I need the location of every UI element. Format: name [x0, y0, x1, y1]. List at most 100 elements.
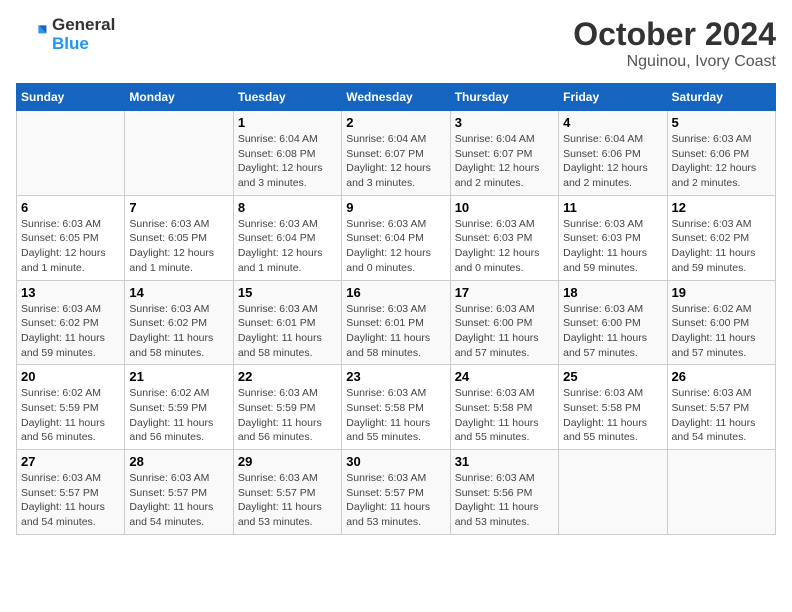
- calendar-week-row: 20 Sunrise: 6:02 AM Sunset: 5:59 PM Dayli…: [17, 365, 776, 450]
- day-number: 26: [672, 369, 771, 384]
- calendar-cell: 10Sunrise: 6:03 AM Sunset: 6:03 PM Dayli…: [450, 195, 558, 280]
- logo-icon: [16, 19, 48, 51]
- calendar-cell: 30 Sunrise: 6:03 AM Sunset: 5:57 PM Dayli…: [342, 450, 450, 535]
- day-info: Sunrise: 6:03 AM Sunset: 6:00 PM Dayligh…: [455, 302, 554, 361]
- day-number: 16: [346, 285, 445, 300]
- day-number: 27: [21, 454, 120, 469]
- day-number: 30: [346, 454, 445, 469]
- calendar-cell: 17 Sunrise: 6:03 AM Sunset: 6:00 PM Dayli…: [450, 280, 558, 365]
- day-info: Sunrise: 6:03 AM Sunset: 6:05 PM Dayligh…: [129, 217, 228, 276]
- weekday-header: Tuesday: [233, 84, 341, 111]
- day-info: Sunrise: 6:03 AM Sunset: 5:57 PM Dayligh…: [346, 471, 445, 530]
- day-info: Sunrise: 6:04 AM Sunset: 6:06 PM Dayligh…: [563, 132, 662, 191]
- day-info: Sunrise: 6:03 AM Sunset: 6:01 PM Dayligh…: [238, 302, 337, 361]
- day-number: 4: [563, 115, 662, 130]
- day-number: 12: [672, 200, 771, 215]
- day-number: 7: [129, 200, 228, 215]
- logo: General Blue: [16, 16, 115, 53]
- calendar-cell: 12 Sunrise: 6:03 AM Sunset: 6:02 PM Dayli…: [667, 195, 775, 280]
- day-number: 31: [455, 454, 554, 469]
- calendar-cell: 8 Sunrise: 6:03 AM Sunset: 6:04 PM Daylig…: [233, 195, 341, 280]
- day-info: Sunrise: 6:03 AM Sunset: 6:02 PM Dayligh…: [672, 217, 771, 276]
- day-info: Sunrise: 6:03 AM Sunset: 5:58 PM Dayligh…: [455, 386, 554, 445]
- calendar-cell: 6Sunrise: 6:03 AM Sunset: 6:05 PM Daylig…: [17, 195, 125, 280]
- calendar-cell: [17, 111, 125, 196]
- calendar-cell: 28 Sunrise: 6:03 AM Sunset: 5:57 PM Dayli…: [125, 450, 233, 535]
- day-number: 8: [238, 200, 337, 215]
- day-number: 28: [129, 454, 228, 469]
- calendar-cell: 27Sunrise: 6:03 AM Sunset: 5:57 PM Dayli…: [17, 450, 125, 535]
- day-info: Sunrise: 6:03 AM Sunset: 6:03 PM Dayligh…: [563, 217, 662, 276]
- calendar-cell: [125, 111, 233, 196]
- calendar-cell: 18 Sunrise: 6:03 AM Sunset: 6:00 PM Dayli…: [559, 280, 667, 365]
- weekday-header: Wednesday: [342, 84, 450, 111]
- calendar-cell: 3Sunrise: 6:04 AM Sunset: 6:07 PM Daylig…: [450, 111, 558, 196]
- day-info: Sunrise: 6:03 AM Sunset: 6:06 PM Dayligh…: [672, 132, 771, 191]
- calendar-cell: 19 Sunrise: 6:02 AM Sunset: 6:00 PM Dayli…: [667, 280, 775, 365]
- day-info: Sunrise: 6:03 AM Sunset: 6:05 PM Dayligh…: [21, 217, 120, 276]
- day-info: Sunrise: 6:03 AM Sunset: 5:57 PM Dayligh…: [129, 471, 228, 530]
- day-info: Sunrise: 6:02 AM Sunset: 5:59 PM Dayligh…: [21, 386, 120, 445]
- day-number: 17: [455, 285, 554, 300]
- calendar-cell: [559, 450, 667, 535]
- day-info: Sunrise: 6:03 AM Sunset: 5:56 PM Dayligh…: [455, 471, 554, 530]
- day-number: 21: [129, 369, 228, 384]
- day-number: 15: [238, 285, 337, 300]
- calendar-cell: 29Sunrise: 6:03 AM Sunset: 5:57 PM Dayli…: [233, 450, 341, 535]
- calendar-cell: 15 Sunrise: 6:03 AM Sunset: 6:01 PM Dayli…: [233, 280, 341, 365]
- day-info: Sunrise: 6:03 AM Sunset: 5:59 PM Dayligh…: [238, 386, 337, 445]
- day-number: 2: [346, 115, 445, 130]
- logo-text: General Blue: [52, 16, 115, 53]
- month-title: October 2024: [573, 16, 776, 53]
- weekday-header: Monday: [125, 84, 233, 111]
- day-number: 18: [563, 285, 662, 300]
- calendar-cell: 11 Sunrise: 6:03 AM Sunset: 6:03 PM Dayli…: [559, 195, 667, 280]
- calendar-week-row: 13 Sunrise: 6:03 AM Sunset: 6:02 PM Dayli…: [17, 280, 776, 365]
- day-info: Sunrise: 6:04 AM Sunset: 6:07 PM Dayligh…: [455, 132, 554, 191]
- calendar-cell: 21 Sunrise: 6:02 AM Sunset: 5:59 PM Dayli…: [125, 365, 233, 450]
- calendar-cell: 1 Sunrise: 6:04 AM Sunset: 6:08 PM Daylig…: [233, 111, 341, 196]
- day-info: Sunrise: 6:02 AM Sunset: 5:59 PM Dayligh…: [129, 386, 228, 445]
- day-number: 23: [346, 369, 445, 384]
- day-number: 13: [21, 285, 120, 300]
- day-info: Sunrise: 6:03 AM Sunset: 6:01 PM Dayligh…: [346, 302, 445, 361]
- day-number: 24: [455, 369, 554, 384]
- day-info: Sunrise: 6:02 AM Sunset: 6:00 PM Dayligh…: [672, 302, 771, 361]
- calendar-cell: 14 Sunrise: 6:03 AM Sunset: 6:02 PM Dayli…: [125, 280, 233, 365]
- calendar-table: SundayMondayTuesdayWednesdayThursdayFrid…: [16, 83, 776, 535]
- day-info: Sunrise: 6:03 AM Sunset: 5:57 PM Dayligh…: [672, 386, 771, 445]
- day-info: Sunrise: 6:03 AM Sunset: 6:04 PM Dayligh…: [238, 217, 337, 276]
- day-number: 11: [563, 200, 662, 215]
- day-number: 25: [563, 369, 662, 384]
- day-number: 19: [672, 285, 771, 300]
- title-block: October 2024 Nguinou, Ivory Coast: [573, 16, 776, 71]
- day-number: 10: [455, 200, 554, 215]
- location: Nguinou, Ivory Coast: [573, 53, 776, 71]
- day-info: Sunrise: 6:03 AM Sunset: 5:58 PM Dayligh…: [563, 386, 662, 445]
- calendar-cell: 9Sunrise: 6:03 AM Sunset: 6:04 PM Daylig…: [342, 195, 450, 280]
- page-header: General Blue October 2024 Nguinou, Ivory…: [16, 16, 776, 71]
- day-number: 5: [672, 115, 771, 130]
- day-info: Sunrise: 6:03 AM Sunset: 6:02 PM Dayligh…: [129, 302, 228, 361]
- day-number: 14: [129, 285, 228, 300]
- calendar-week-row: 1 Sunrise: 6:04 AM Sunset: 6:08 PM Daylig…: [17, 111, 776, 196]
- calendar-cell: 13Sunrise: 6:03 AM Sunset: 6:02 PM Dayli…: [17, 280, 125, 365]
- calendar-cell: 23 Sunrise: 6:03 AM Sunset: 5:58 PM Dayli…: [342, 365, 450, 450]
- day-info: Sunrise: 6:03 AM Sunset: 6:00 PM Dayligh…: [563, 302, 662, 361]
- calendar-week-row: 6Sunrise: 6:03 AM Sunset: 6:05 PM Daylig…: [17, 195, 776, 280]
- calendar-cell: 31 Sunrise: 6:03 AM Sunset: 5:56 PM Dayli…: [450, 450, 558, 535]
- calendar-week-row: 27 Sunrise: 6:03 AM Sunset: 5:57 PM Dayli…: [17, 450, 776, 535]
- day-info: Sunrise: 6:04 AM Sunset: 6:08 PM Dayligh…: [238, 132, 337, 191]
- calendar-cell: 22 Sunrise: 6:03 AM Sunset: 5:59 PM Dayli…: [233, 365, 341, 450]
- day-number: 22: [238, 369, 337, 384]
- day-number: 1: [238, 115, 337, 130]
- calendar-cell: 4 Sunrise: 6:04 AM Sunset: 6:06 PM Daylig…: [559, 111, 667, 196]
- day-number: 9: [346, 200, 445, 215]
- day-info: Sunrise: 6:03 AM Sunset: 5:57 PM Dayligh…: [238, 471, 337, 530]
- calendar-cell: 5 Sunrise: 6:03 AM Sunset: 6:06 PM Daylig…: [667, 111, 775, 196]
- day-number: 20: [21, 369, 120, 384]
- calendar-cell: 26 Sunrise: 6:03 AM Sunset: 5:57 PM Dayli…: [667, 365, 775, 450]
- day-info: Sunrise: 6:03 AM Sunset: 5:58 PM Dayligh…: [346, 386, 445, 445]
- calendar-cell: 24 Sunrise: 6:03 AM Sunset: 5:58 PM Dayli…: [450, 365, 558, 450]
- calendar-cell: 20 Sunrise: 6:02 AM Sunset: 5:59 PM Dayli…: [17, 365, 125, 450]
